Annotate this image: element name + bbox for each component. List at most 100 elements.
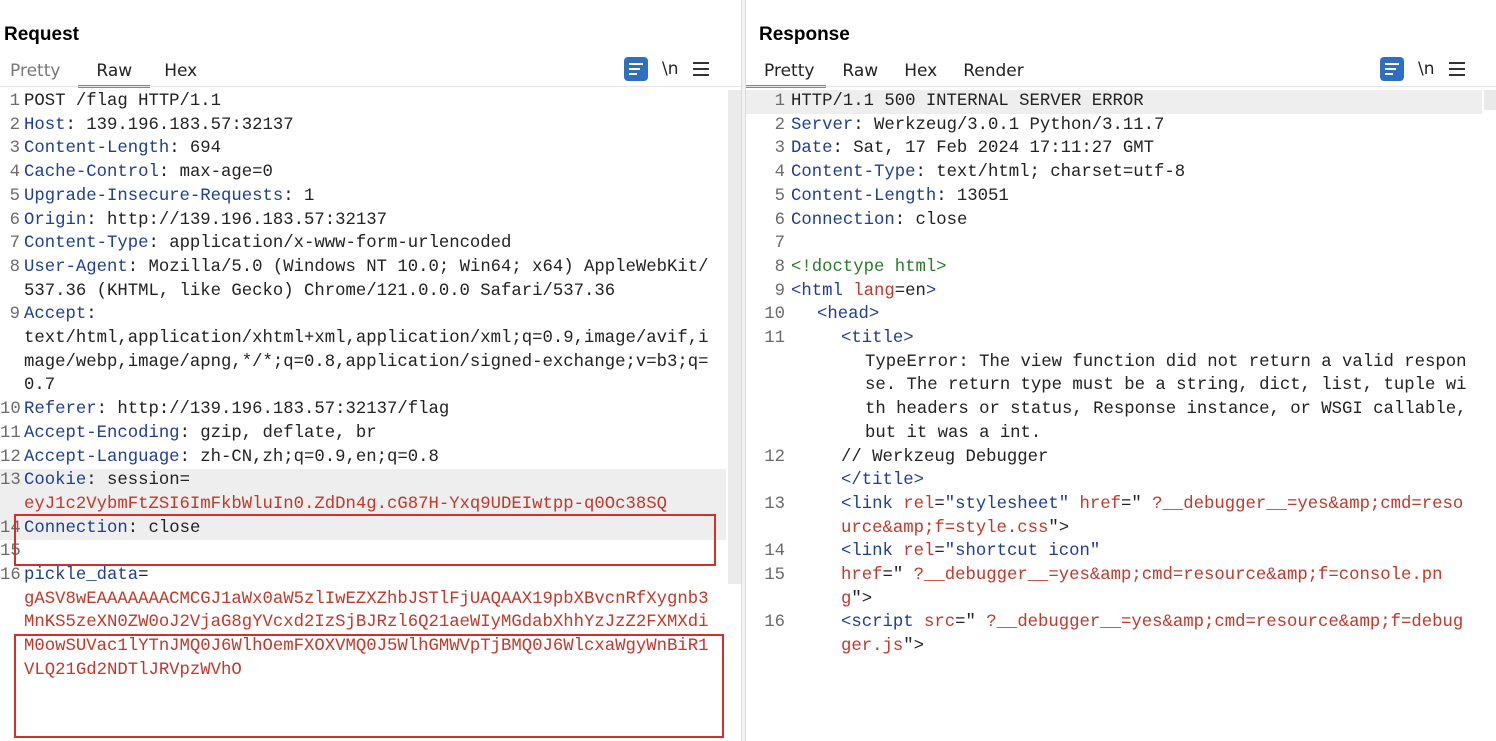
header-name: Cache-Control xyxy=(24,163,159,183)
line-number: 5 xyxy=(774,186,785,206)
line-number xyxy=(746,469,791,493)
response-line-text: <!doctype html> xyxy=(791,256,1471,280)
hamburger-menu-icon[interactable] xyxy=(1448,62,1465,76)
line-number: 7 xyxy=(774,234,785,254)
header-value: : Werkzeug/3.0.1 Python/3.11.7 xyxy=(853,115,1165,135)
html-attr: lang xyxy=(842,281,895,301)
header-name: Connection xyxy=(791,210,895,230)
header-name: Content-Length xyxy=(24,139,170,159)
request-tab-raw[interactable]: Raw xyxy=(78,56,151,88)
header-name: Accept xyxy=(24,305,87,325)
request-line-text: Referer: http://139.196.183.57:32137/fla… xyxy=(24,398,718,422)
header-name: Referer xyxy=(24,400,97,420)
response-line: 12 // Werkzeug Debugger xyxy=(746,446,1482,470)
request-line: 15 xyxy=(0,540,726,564)
header-value: : http://139.196.183.57:32137 xyxy=(86,210,387,230)
line-number: 9 xyxy=(774,281,785,301)
newline-toggle[interactable]: \n xyxy=(662,59,679,79)
request-scrollbar[interactable] xyxy=(728,90,741,584)
line-content: // Werkzeug Debugger xyxy=(841,447,1049,467)
request-line: 7 Content-Type: application/x-www-form-ur… xyxy=(0,232,726,256)
response-editor[interactable]: 1 HTTP/1.1 500 INTERNAL SERVER ERROR 2 Serv… xyxy=(746,90,1482,741)
header-name: Host xyxy=(24,115,66,135)
response-line: 9 <html lang=en> xyxy=(746,280,1482,304)
header-name: Cookie xyxy=(24,471,87,491)
response-line: 6 Connection: close xyxy=(746,209,1482,233)
hamburger-menu-icon[interactable] xyxy=(692,62,709,76)
request-line: 11 Accept-Encoding: gzip, deflate, br xyxy=(0,422,726,446)
request-editor[interactable]: 1 POST /flag HTTP/1.1 2 Host: 139.196.183.5… xyxy=(0,90,726,741)
response-line-text: <head> xyxy=(791,303,1471,327)
response-tab-pretty[interactable]: Pretty xyxy=(746,56,827,88)
request-line-text: POST /flag HTTP/1.1 xyxy=(24,90,718,114)
line-number: 13 xyxy=(0,471,21,491)
line-number: 9 xyxy=(9,305,20,325)
line-number: 3 xyxy=(9,139,20,159)
request-line-text: Accept-Language: zh-CN,zh;q=0.9,en;q=0.8 xyxy=(24,446,718,470)
line-number: 11 xyxy=(764,329,785,349)
header-value: : gzip, deflate, br xyxy=(179,423,377,443)
request-line: 5 Upgrade-Insecure-Requests: 1 xyxy=(0,185,726,209)
response-line-text: href=" ?__debugger__=yes&amp;cmd=resourc… xyxy=(791,564,1471,611)
header-value: : session= xyxy=(86,471,190,491)
response-tab-raw[interactable]: Raw xyxy=(832,56,888,88)
request-line-text: Origin: http://139.196.183.57:32137 xyxy=(24,209,718,233)
header-name: Upgrade-Insecure-Requests xyxy=(24,186,284,206)
response-tools: \n xyxy=(1380,57,1465,81)
header-value: : text/html,application/xhtml+xml,applic… xyxy=(24,305,709,396)
response-title: Response xyxy=(759,24,850,45)
response-tab-render[interactable]: Render xyxy=(953,56,1034,88)
request-line-text: Cookie: session= eyJ1c2VybmFtZSI6ImFkbWl… xyxy=(24,469,718,516)
header-name: Content-Type xyxy=(24,234,149,254)
wrap-lines-icon[interactable] xyxy=(1380,57,1404,81)
header-name: Connection xyxy=(24,518,128,538)
response-line: 11 <title> xyxy=(746,327,1482,351)
response-tab-hex[interactable]: Hex xyxy=(894,56,947,88)
html-attr: rel xyxy=(892,494,935,514)
line-number: 4 xyxy=(9,163,20,183)
request-line: 6 Origin: http://139.196.183.57:32137 xyxy=(0,209,726,233)
line-number: 13 xyxy=(764,494,785,514)
request-line: 9 Accept: text/html,application/xhtml+xml… xyxy=(0,303,726,398)
response-line: 15 href=" ?__debugger__=yes&amp;cmd=resou… xyxy=(746,564,1482,611)
request-line-text: Content-Type: application/x-www-form-url… xyxy=(24,232,718,256)
request-tab-pretty[interactable]: Pretty xyxy=(0,56,70,88)
html-end: "> xyxy=(903,637,924,657)
response-scrollbar[interactable] xyxy=(1484,90,1496,110)
html-tag: </title> xyxy=(841,471,924,491)
html-tag: > xyxy=(925,281,937,301)
line-number: 3 xyxy=(774,139,785,159)
header-value: : close xyxy=(127,518,201,538)
response-line: 3 Date: Sat, 17 Feb 2024 17:11:27 GMT xyxy=(746,137,1482,161)
newline-toggle[interactable]: \n xyxy=(1418,59,1435,79)
html-tag: <script xyxy=(841,613,914,633)
line-number: 10 xyxy=(764,305,785,325)
html-eq: = xyxy=(934,494,945,514)
html-attr: rel xyxy=(892,542,935,562)
html-eq: =en xyxy=(894,281,926,301)
wrap-lines-icon[interactable] xyxy=(624,57,648,81)
request-line-text: Accept-Encoding: gzip, deflate, br xyxy=(24,422,718,446)
request-line-text: Content-Length: 694 xyxy=(24,137,718,161)
header-name: Accept-Language xyxy=(24,447,180,467)
request-tab-hex[interactable]: Hex xyxy=(154,56,207,88)
header-value: : close xyxy=(894,210,968,230)
request-line: 14 Connection: close xyxy=(0,516,726,541)
request-line-text: Accept: text/html,application/xhtml+xml,… xyxy=(24,303,718,398)
line-content: POST /flag HTTP/1.1 xyxy=(24,92,222,111)
header-name: Origin xyxy=(24,210,87,230)
response-line: 7 xyxy=(746,232,1482,256)
response-line: 16 <script src=" ?__debugger__=yes&amp;cm… xyxy=(746,611,1482,658)
request-tools: \n xyxy=(624,57,709,81)
response-line-text xyxy=(791,232,1471,256)
html-attr: href xyxy=(841,566,883,586)
response-line-text: </title> xyxy=(791,469,1471,493)
header-name: Content-Type xyxy=(791,163,916,183)
response-line-text: Date: Sat, 17 Feb 2024 17:11:27 GMT xyxy=(791,137,1471,161)
header-name: Content-Length xyxy=(791,186,937,206)
response-line-text: <html lang=en> xyxy=(791,280,1471,304)
response-line-text: <title> xyxy=(791,327,1471,351)
response-line: 13 <link rel="stylesheet" href=" ?__debug… xyxy=(746,493,1482,540)
html-tag: <head> xyxy=(817,305,880,325)
header-value: : zh-CN,zh;q=0.9,en;q=0.8 xyxy=(179,447,439,467)
